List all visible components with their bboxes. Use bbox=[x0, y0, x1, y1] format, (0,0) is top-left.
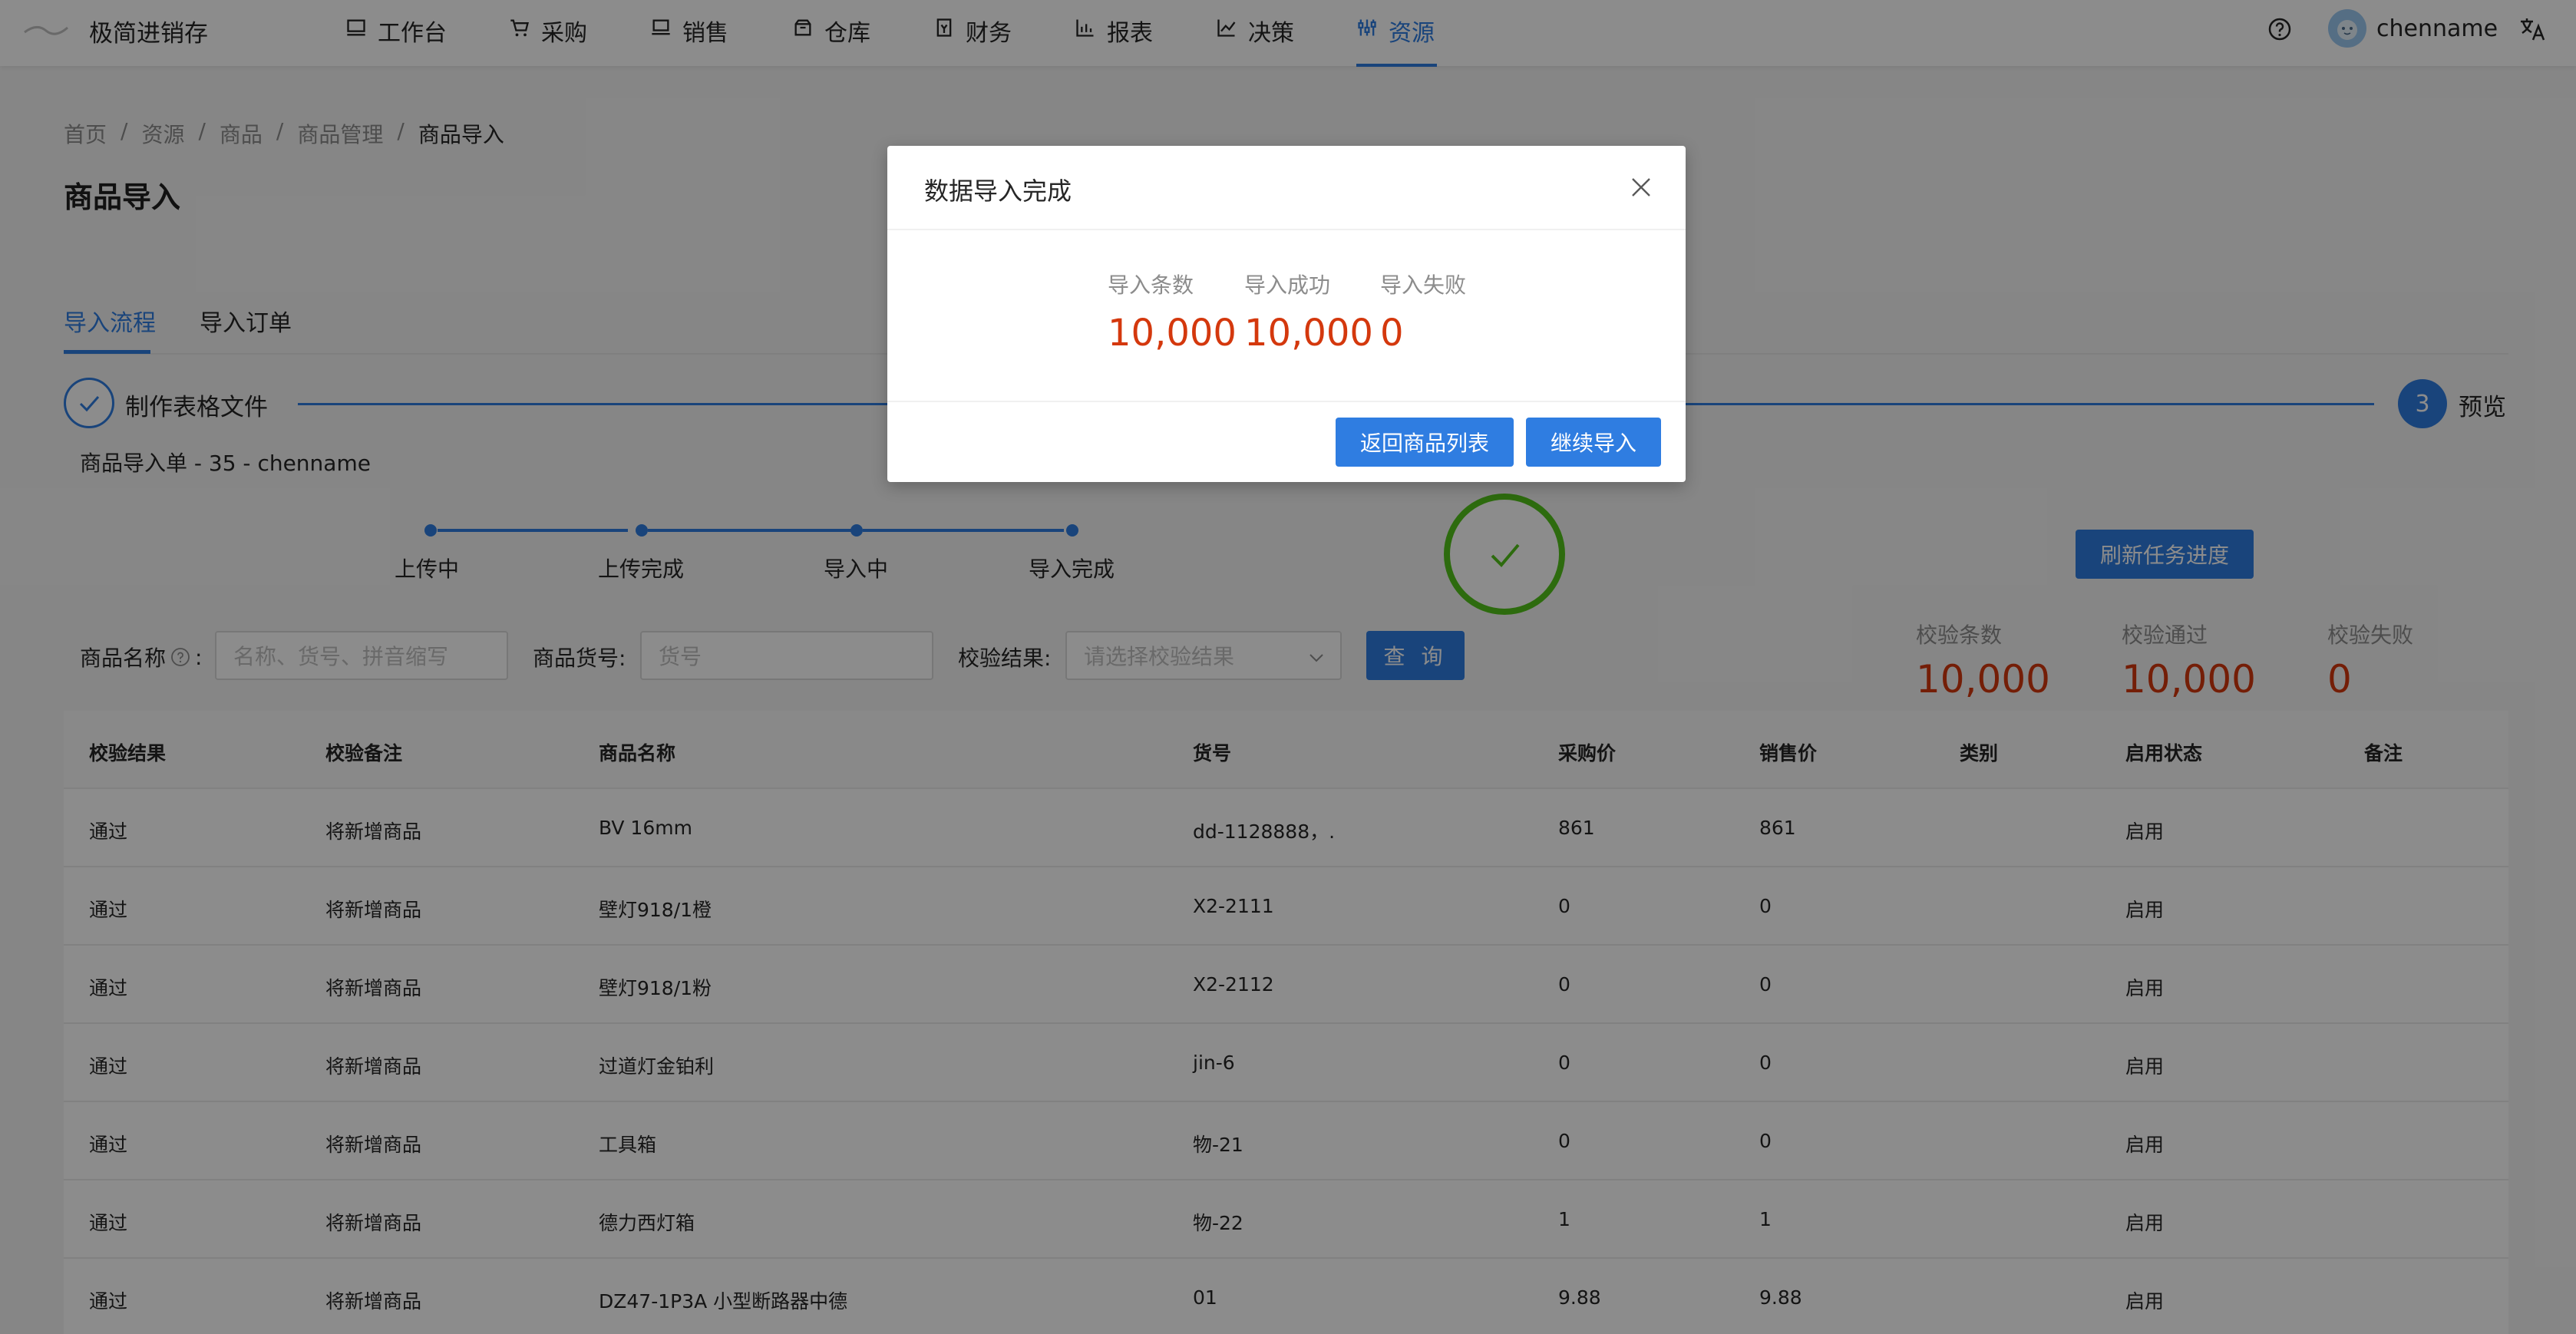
modal-title: 数据导入完成 bbox=[924, 177, 1072, 206]
modal-stat-label: 导入成功 bbox=[1244, 272, 1331, 298]
import-complete-modal: 数据导入完成 导入条数 导入成功 导入失败 10,000 10,000 0 返回… bbox=[887, 146, 1686, 482]
modal-stat-label: 导入条数 bbox=[1108, 272, 1194, 298]
modal-stat-value: 10,000 bbox=[1244, 312, 1373, 355]
modal-stat-value: 0 bbox=[1380, 312, 1404, 355]
modal-header: 数据导入完成 bbox=[887, 146, 1686, 230]
modal-stat-label: 导入失败 bbox=[1380, 272, 1467, 298]
modal-stat-value: 10,000 bbox=[1108, 312, 1237, 355]
back-to-list-button[interactable]: 返回商品列表 bbox=[1336, 418, 1514, 467]
continue-import-button[interactable]: 继续导入 bbox=[1526, 418, 1661, 467]
close-icon[interactable] bbox=[1629, 175, 1653, 200]
